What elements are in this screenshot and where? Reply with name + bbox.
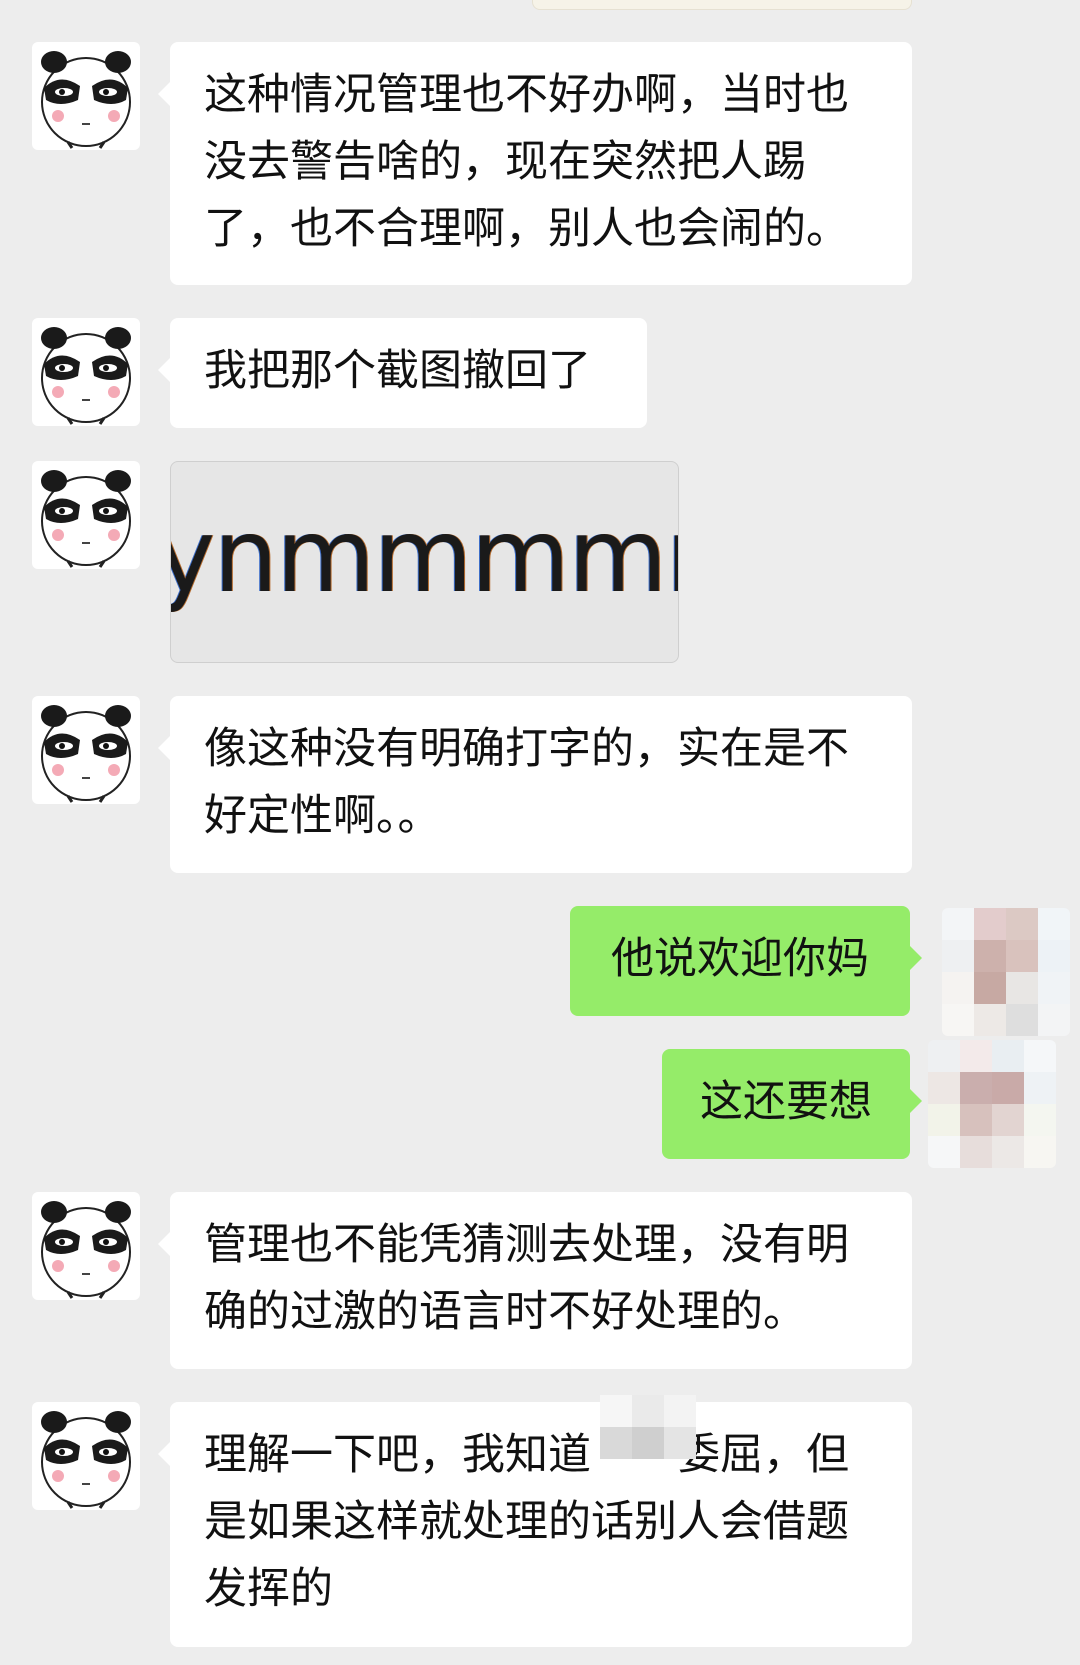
own-avatar-icon[interactable] (928, 1040, 1056, 1168)
message-bubble[interactable]: 我把那个截图撤回了 (158, 318, 647, 428)
message-bubble[interactable]: 像这种没有明确打字的，实在是不好定性啊。。 (158, 696, 912, 873)
message-text-part: 理解一下吧，我知道 (204, 1430, 591, 1480)
image-message-text: ynmmmmm (170, 497, 678, 616)
contact-avatar-icon[interactable] (32, 696, 140, 804)
outgoing-message-bubble[interactable]: 他说欢迎你妈 (570, 906, 922, 1016)
message-bubble[interactable]: 理解一下吧，我知道 委屈，但是如果这样就处理的话别人会借题发挥的 (158, 1402, 912, 1647)
contact-avatar-icon[interactable] (32, 461, 140, 569)
censor-mosaic (600, 1395, 696, 1459)
contact-avatar-icon[interactable] (32, 318, 140, 426)
message-bubble[interactable]: 管理也不能凭猜测去处理，没有明确的过激的语言时不好处理的。 (158, 1192, 912, 1369)
own-avatar-icon[interactable] (942, 908, 1070, 1036)
contact-avatar-icon[interactable] (32, 1192, 140, 1300)
previous-message-edge (532, 0, 912, 10)
contact-avatar-icon[interactable] (32, 42, 140, 150)
image-message[interactable]: ynmmmmm (170, 461, 679, 663)
contact-avatar-icon[interactable] (32, 1402, 140, 1510)
message-bubble[interactable]: 这种情况管理也不好办啊，当时也没去警告啥的，现在突然把人踢了，也不合理啊，别人也… (158, 42, 912, 285)
outgoing-message-bubble[interactable]: 这还要想 (662, 1049, 922, 1159)
